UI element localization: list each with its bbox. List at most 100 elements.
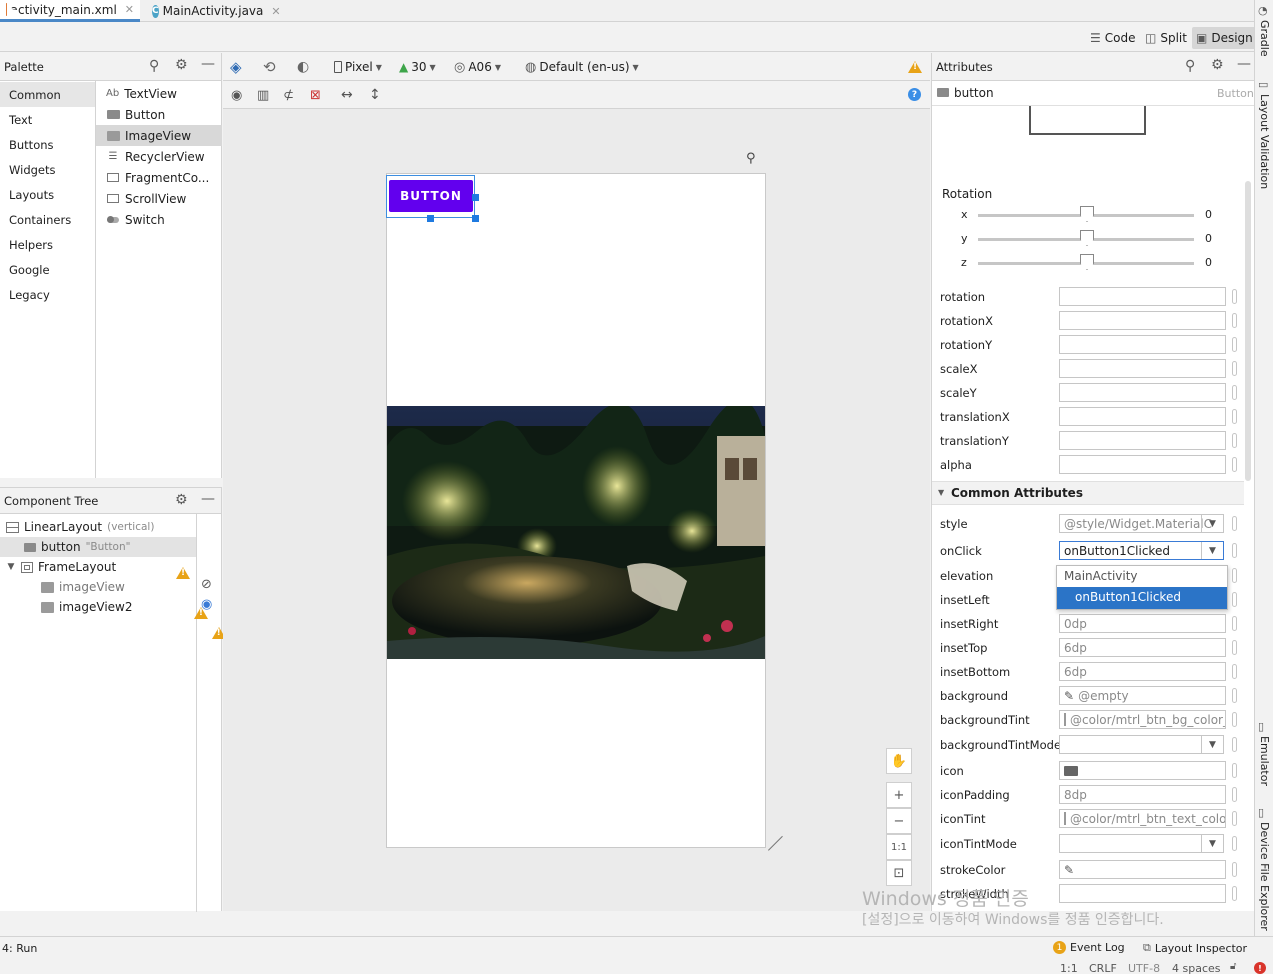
- palette-category-widgets[interactable]: Widgets: [0, 157, 95, 182]
- palette-item-switch[interactable]: Switch: [96, 209, 222, 230]
- palette-category-helpers[interactable]: Helpers: [0, 232, 95, 257]
- device-selector[interactable]: Pixel ▼: [334, 57, 382, 77]
- minimize-icon[interactable]: —: [201, 491, 215, 507]
- chevron-down-icon[interactable]: ▼: [1201, 542, 1223, 559]
- attribute-input[interactable]: [1059, 311, 1226, 330]
- chevron-down-icon[interactable]: ▼: [6, 562, 16, 572]
- pan-hand-icon[interactable]: ✋: [886, 748, 912, 774]
- tree-node-imageview[interactable]: imageView: [0, 577, 196, 597]
- warning-icon[interactable]: [908, 61, 922, 73]
- color-swatch-icon[interactable]: [1064, 812, 1066, 825]
- line-separator[interactable]: CRLF: [1089, 962, 1117, 974]
- pin-icon[interactable]: [1232, 811, 1237, 826]
- pin-icon[interactable]: [1232, 516, 1237, 531]
- pin-icon[interactable]: [1232, 712, 1237, 727]
- image-icon[interactable]: [1064, 765, 1078, 776]
- attribute-input[interactable]: ▼: [1059, 735, 1224, 754]
- slider-thumb[interactable]: [1080, 206, 1094, 222]
- pin-icon[interactable]: [1232, 385, 1237, 400]
- slider-thumb[interactable]: [1080, 230, 1094, 246]
- zoom-fit-icon[interactable]: ⊡: [886, 860, 912, 886]
- attribute-input[interactable]: [1059, 359, 1226, 378]
- code-view-button[interactable]: ☰ Code: [1086, 27, 1140, 49]
- magnet-icon[interactable]: ⊄: [283, 85, 294, 105]
- eye-visible-icon[interactable]: ◉: [201, 597, 212, 612]
- attribute-input[interactable]: [1059, 335, 1226, 354]
- orientation-icon[interactable]: ⟲: [263, 57, 276, 77]
- layout-validation-tool-button[interactable]: Layout Validation: [1258, 94, 1271, 189]
- pin-icon[interactable]: [1232, 433, 1237, 448]
- palette-category-legacy[interactable]: Legacy: [0, 282, 95, 307]
- split-view-button[interactable]: ◫ Split: [1141, 27, 1191, 49]
- pin-icon[interactable]: [1232, 616, 1237, 631]
- attribute-input[interactable]: @color/mtrl_btn_text_color: [1059, 809, 1226, 828]
- minimize-icon[interactable]: —: [1237, 56, 1251, 72]
- resize-handle[interactable]: [427, 215, 434, 222]
- lock-icon[interactable]: 🔓︎: [1230, 961, 1236, 972]
- pin-icon[interactable]: [1232, 361, 1237, 376]
- night-mode-icon[interactable]: ◐: [297, 57, 309, 77]
- eye-hidden-icon[interactable]: ⊘: [201, 577, 212, 592]
- zoom-actual-button[interactable]: 1:1: [886, 834, 912, 860]
- pin-icon[interactable]: [1232, 862, 1237, 877]
- clear-constraints-icon[interactable]: ⊠: [310, 85, 321, 105]
- chevron-down-icon[interactable]: ▼: [1201, 515, 1223, 532]
- run-tool-button[interactable]: 4: Run: [2, 942, 37, 955]
- locale-selector[interactable]: ◍ Default (en-us) ▼: [525, 57, 639, 77]
- pin-icon[interactable]: [1232, 737, 1237, 752]
- pin-icon[interactable]: [1232, 592, 1237, 607]
- tree-node-button[interactable]: button "Button": [0, 537, 196, 557]
- attribute-input[interactable]: ▼: [1059, 834, 1224, 853]
- rotation-slider-y[interactable]: y0: [932, 227, 1242, 251]
- close-icon[interactable]: ✕: [125, 3, 134, 16]
- eyedropper-icon[interactable]: ✎: [1064, 689, 1074, 703]
- attribute-input[interactable]: ✎: [1059, 860, 1226, 879]
- eyedropper-icon[interactable]: ✎: [1064, 863, 1074, 877]
- attribute-input[interactable]: [1059, 383, 1226, 402]
- palette-item-recyclerview[interactable]: ☰ RecyclerView: [96, 146, 222, 167]
- tree-node-imageview2[interactable]: imageView2: [0, 597, 196, 617]
- pin-icon[interactable]: [1232, 688, 1237, 703]
- palette-item-textview[interactable]: Ab TextView: [96, 83, 222, 104]
- resize-handle[interactable]: [472, 215, 479, 222]
- attribute-input[interactable]: [1059, 431, 1226, 450]
- pin-icon[interactable]: [1232, 664, 1237, 679]
- slider-thumb[interactable]: [1080, 254, 1094, 270]
- common-attributes-section[interactable]: ▼ Common Attributes: [932, 481, 1244, 505]
- pin-icon[interactable]: [1232, 313, 1237, 328]
- palette-category-text[interactable]: Text: [0, 107, 95, 132]
- scrollbar[interactable]: [1245, 181, 1251, 481]
- attribute-input[interactable]: 8dp: [1059, 785, 1226, 804]
- close-icon[interactable]: ✕: [271, 5, 280, 18]
- pin-icon[interactable]: [1232, 337, 1237, 352]
- design-view-button[interactable]: ▣ Design: [1192, 27, 1257, 49]
- device-file-explorer-tool-button[interactable]: Device File Explorer: [1258, 822, 1271, 931]
- event-log-button[interactable]: 1 Event Log: [1053, 941, 1125, 954]
- search-icon[interactable]: ⚲: [1185, 58, 1195, 74]
- pin-icon[interactable]: [1232, 836, 1237, 851]
- attribute-input[interactable]: [1059, 407, 1226, 426]
- palette-item-scrollview[interactable]: ScrollView: [96, 188, 222, 209]
- resize-handle[interactable]: [472, 194, 479, 201]
- palette-category-google[interactable]: Google: [0, 257, 95, 282]
- rotation-slider-z[interactable]: z0: [932, 251, 1242, 275]
- attribute-input[interactable]: 6dp: [1059, 638, 1226, 657]
- preview-image[interactable]: [387, 406, 765, 659]
- caret-position[interactable]: 1:1: [1060, 962, 1078, 974]
- layout-inspector-button[interactable]: ⧉ Layout Inspector: [1143, 941, 1247, 955]
- api-selector[interactable]: ▲ 30 ▼: [399, 57, 436, 77]
- error-icon[interactable]: !: [1254, 962, 1266, 974]
- color-swatch-icon[interactable]: [1064, 713, 1066, 726]
- gradle-tool-button[interactable]: Gradle: [1258, 20, 1271, 57]
- attribute-input[interactable]: [1059, 761, 1226, 780]
- pin-icon[interactable]: [1232, 409, 1237, 424]
- palette-item-fragmentco[interactable]: FragmentCo...: [96, 167, 222, 188]
- pin-icon[interactable]: [1232, 457, 1237, 472]
- attribute-input[interactable]: @color/mtrl_btn_bg_color_: [1059, 710, 1226, 729]
- palette-category-layouts[interactable]: Layouts: [0, 182, 95, 207]
- tab-activity-main[interactable]: activity_main.xml ✕: [0, 0, 140, 22]
- gear-icon[interactable]: ⚙: [1211, 57, 1224, 73]
- pin-icon[interactable]: [1232, 543, 1237, 558]
- attribute-input[interactable]: [1059, 287, 1226, 306]
- attribute-input[interactable]: 6dp: [1059, 662, 1226, 681]
